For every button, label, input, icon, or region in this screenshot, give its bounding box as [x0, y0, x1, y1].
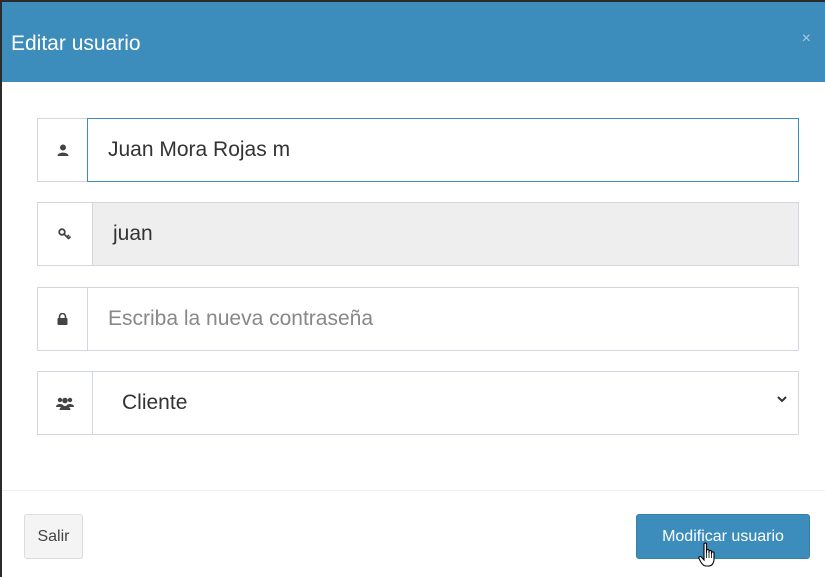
role-addon	[37, 371, 93, 435]
users-icon	[56, 397, 74, 410]
close-icon[interactable]: ×	[802, 29, 811, 49]
username-value: juan	[113, 222, 153, 245]
chevron-down-icon	[777, 396, 787, 403]
hand-cursor-icon	[698, 542, 715, 567]
fullname-addon	[37, 118, 88, 182]
username-group: juan	[37, 202, 799, 266]
password-group: Escriba la nueva contraseña	[37, 287, 799, 351]
password-placeholder: Escriba la nueva contraseña	[108, 307, 373, 330]
username-input[interactable]: juan	[92, 202, 799, 266]
modal-header: Editar usuario ×	[2, 2, 825, 82]
password-addon	[37, 287, 88, 351]
fullname-value: Juan Mora Rojas m	[108, 138, 291, 161]
update-user-button-label: Modificar usuario	[662, 527, 784, 545]
edit-user-modal: Editar usuario × Juan Mora Rojas m juan	[2, 2, 825, 577]
update-user-button[interactable]: Modificar usuario	[636, 514, 810, 559]
modal-title: Editar usuario	[11, 32, 141, 55]
role-group: Cliente	[37, 371, 799, 435]
role-select[interactable]: Cliente	[92, 371, 799, 435]
password-input[interactable]: Escriba la nueva contraseña	[87, 287, 799, 351]
footer-divider	[2, 490, 825, 491]
username-addon	[37, 202, 93, 266]
user-icon	[57, 144, 68, 156]
cancel-button-label: Salir	[37, 527, 70, 545]
lock-icon	[57, 313, 68, 325]
cancel-button[interactable]: Salir	[24, 514, 83, 559]
role-selected-value: Cliente	[122, 391, 188, 414]
fullname-group: Juan Mora Rojas m	[37, 118, 799, 182]
fullname-input[interactable]: Juan Mora Rojas m	[87, 118, 799, 182]
key-icon	[58, 228, 72, 240]
